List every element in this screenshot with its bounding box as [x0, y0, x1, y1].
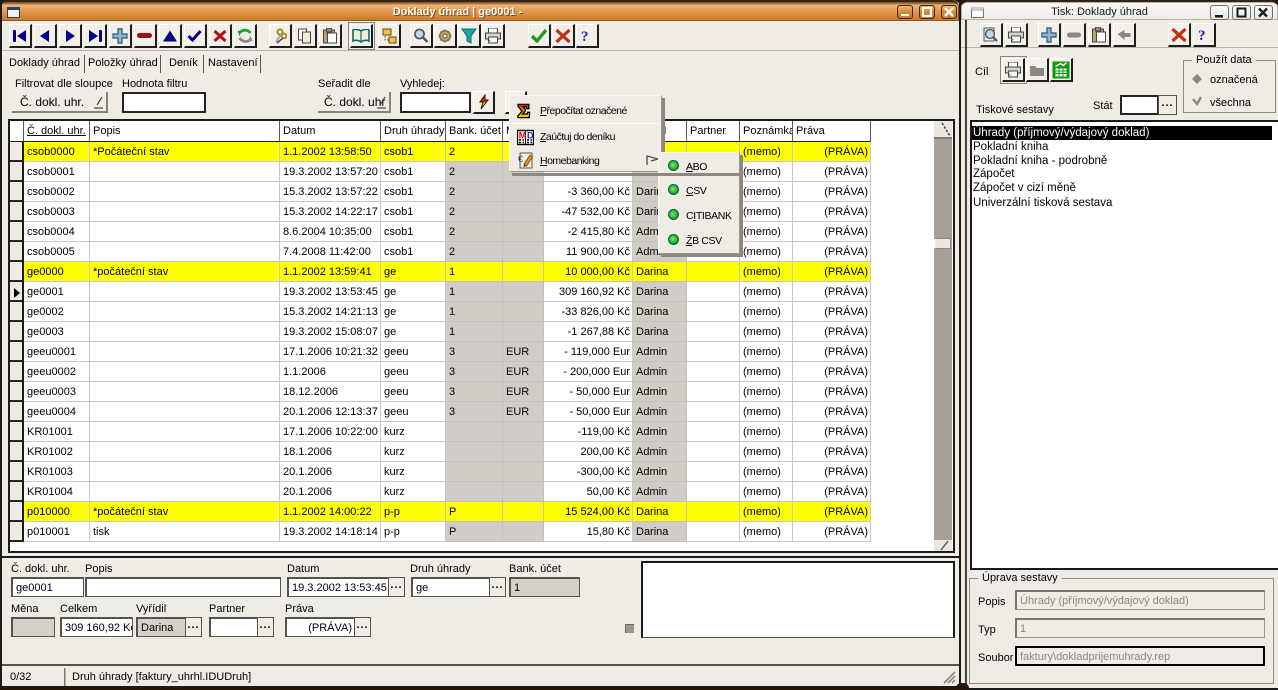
- svg-text:?: ?: [1198, 28, 1206, 43]
- svg-text:Σ: Σ: [518, 101, 529, 120]
- svg-text:?: ?: [581, 29, 589, 44]
- svg-text:€: €: [518, 154, 523, 164]
- svg-text:D: D: [527, 131, 534, 141]
- svg-text:M: M: [519, 131, 526, 141]
